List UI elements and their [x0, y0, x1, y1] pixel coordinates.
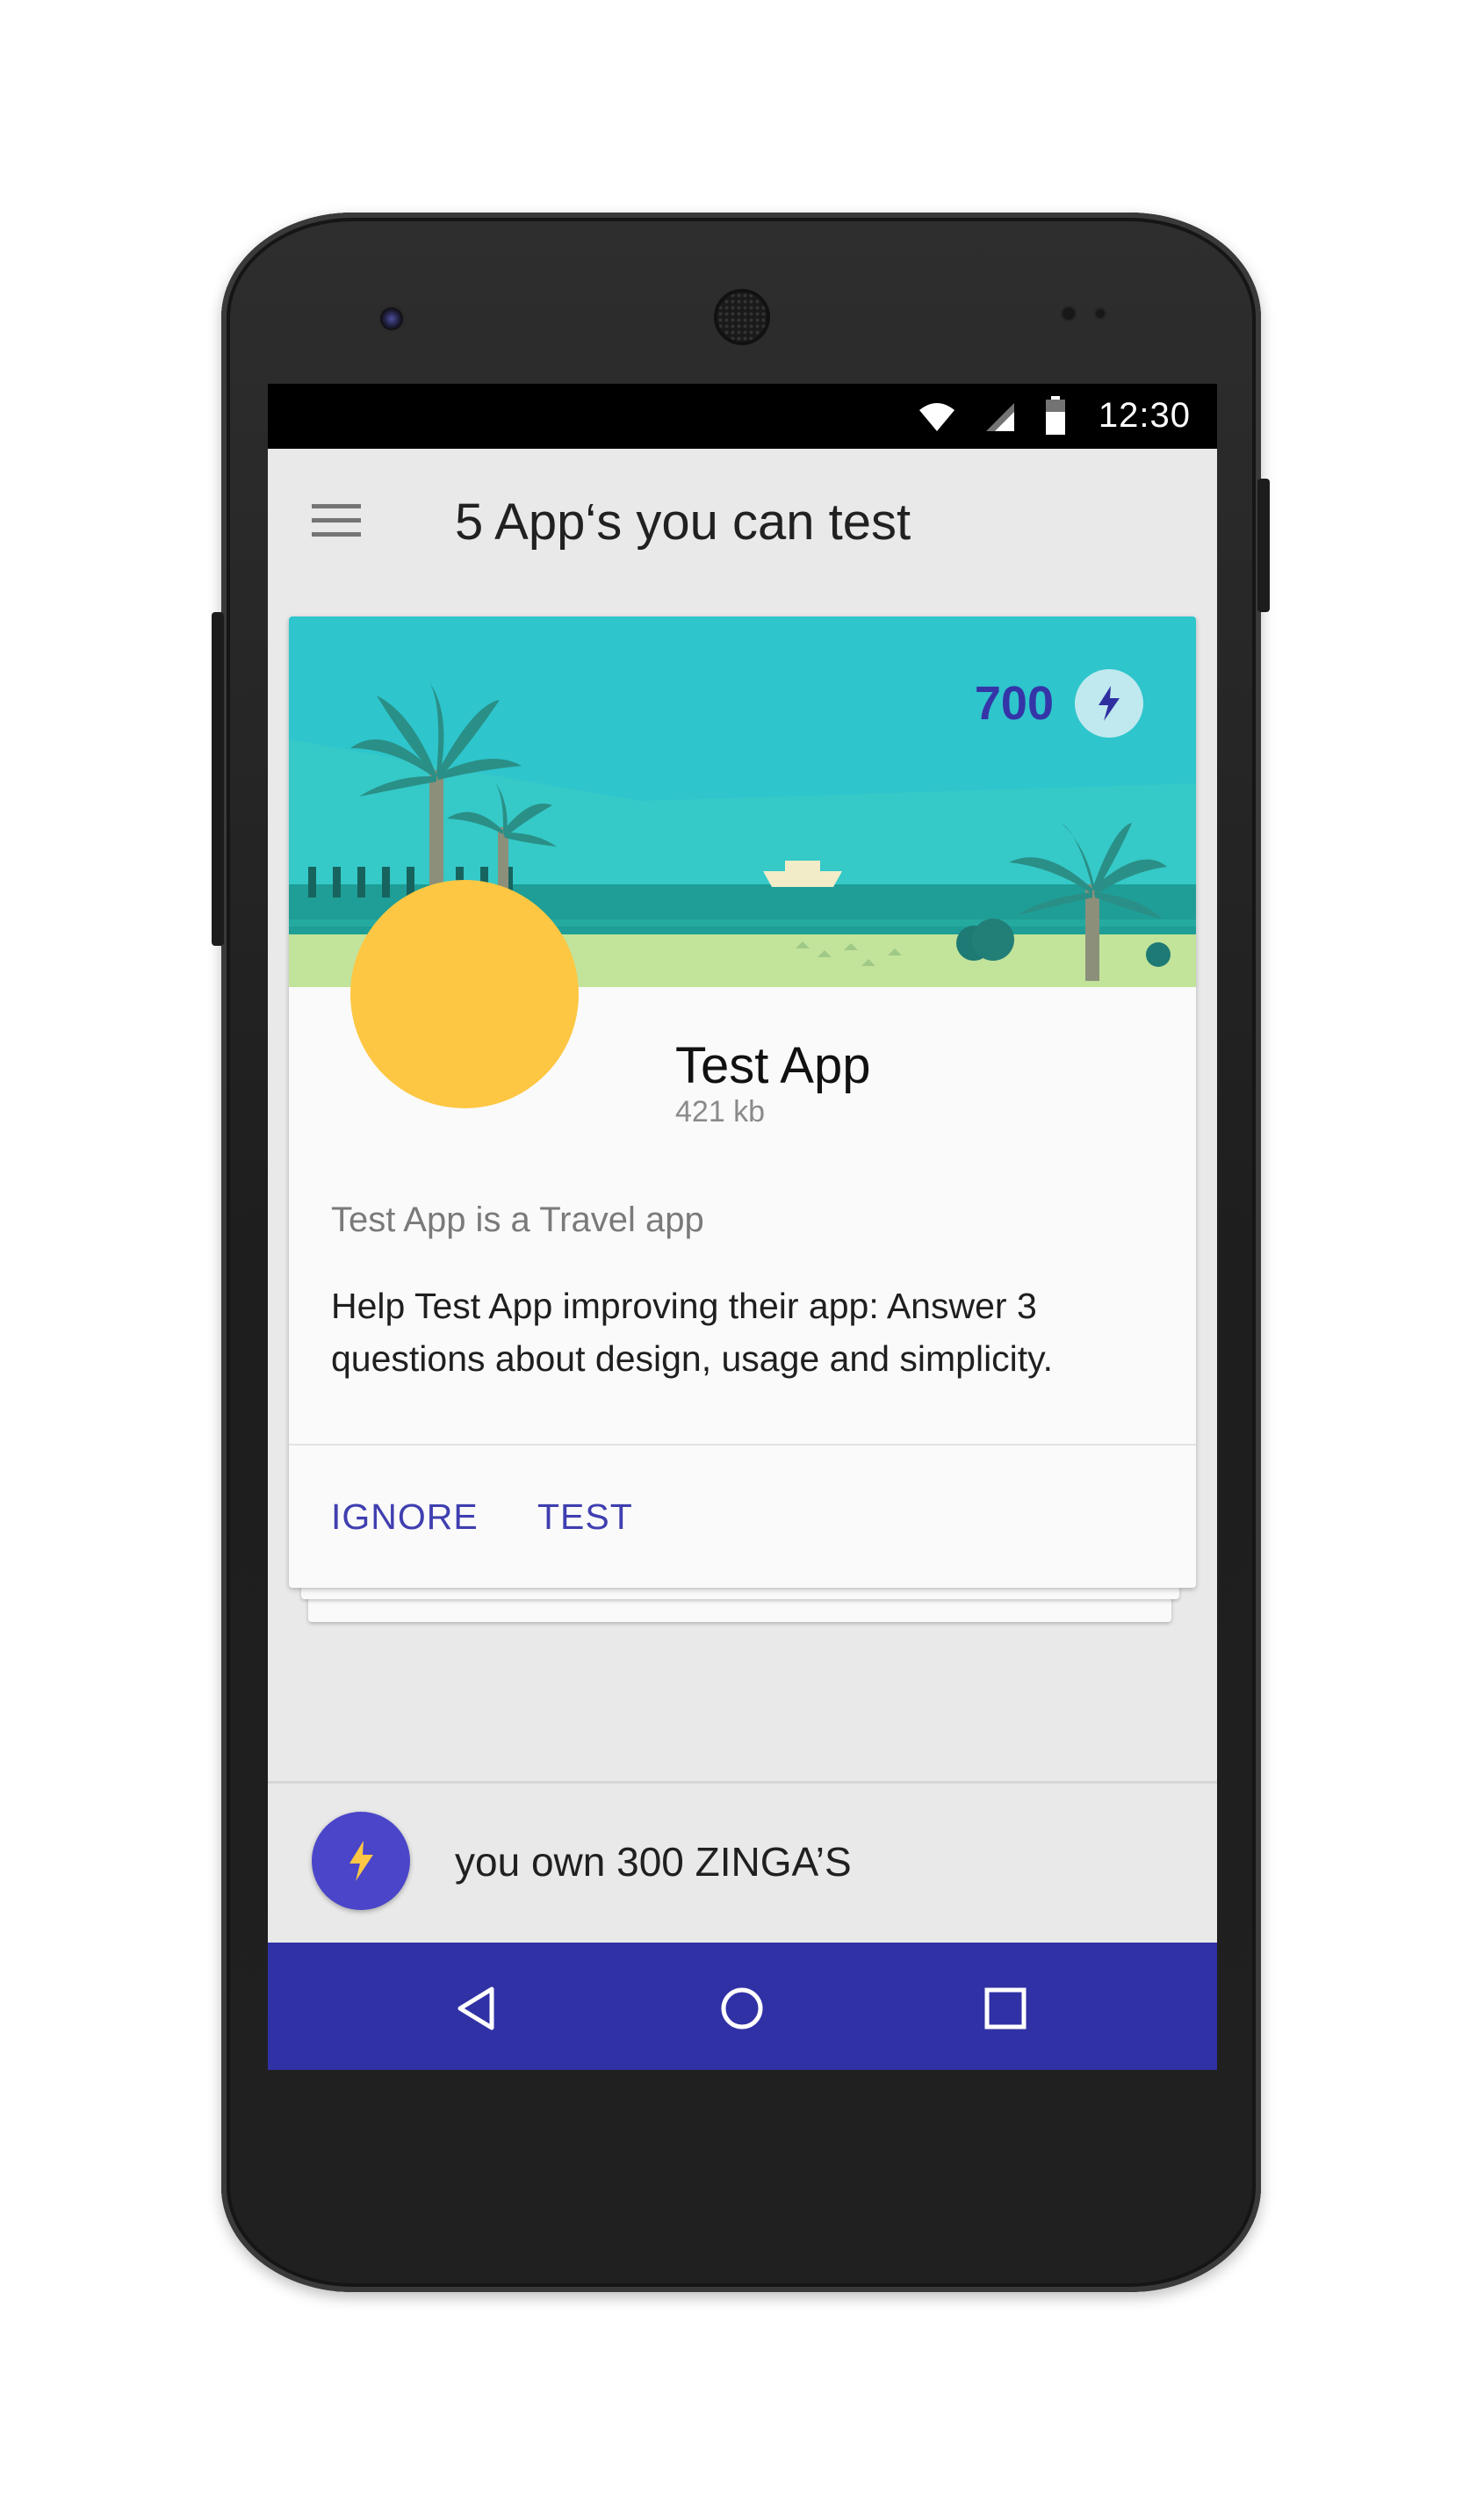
recents-icon[interactable] — [979, 1982, 1032, 2035]
points-reward: 700 — [975, 669, 1143, 738]
app-avatar — [350, 880, 579, 1108]
battery-icon — [1046, 396, 1065, 435]
points-value: 700 — [974, 677, 1054, 730]
status-time: 12:30 — [1098, 396, 1191, 435]
signal-icon — [986, 403, 1014, 431]
bolt-icon[interactable] — [312, 1812, 410, 1910]
back-icon[interactable] — [450, 1982, 502, 2035]
volume-button — [212, 612, 224, 946]
light-sensor — [1096, 309, 1105, 318]
bolt-icon — [1075, 669, 1143, 738]
app-test-card[interactable]: 700 Test App 421 kb Test App is a Travel… — [289, 616, 1196, 1588]
zinga-balance-text: you own 300 ZINGA’S — [455, 1839, 852, 1885]
front-camera — [380, 307, 403, 330]
app-description: Help Test App improving their app: Answe… — [331, 1286, 1054, 1379]
card-divider — [289, 1444, 1196, 1446]
test-button[interactable]: TEST — [537, 1496, 633, 1538]
page-title: 5 App‘s you can test — [455, 494, 911, 551]
zinga-balance-bar: you own 300 ZINGA’S — [268, 1781, 1217, 1945]
menu-icon[interactable] — [312, 504, 361, 537]
power-button — [1257, 479, 1270, 612]
earpiece-speaker — [717, 292, 767, 342]
home-icon[interactable] — [716, 1982, 768, 2035]
status-bar: 12:30 — [268, 384, 1217, 449]
app-size: 421 kb — [675, 1095, 766, 1128]
system-nav-bar — [268, 1943, 1217, 2070]
proximity-sensor — [1063, 307, 1075, 320]
app-category-text: Test App is a Travel app — [331, 1200, 704, 1239]
app-name: Test App — [675, 1037, 871, 1094]
app-bar: 5 App‘s you can test — [268, 449, 1217, 593]
wifi-icon — [919, 403, 955, 431]
ignore-button[interactable]: IGNORE — [331, 1496, 479, 1538]
device-screen: 12:30 5 App‘s you can test 700 Test App … — [268, 384, 1217, 2070]
